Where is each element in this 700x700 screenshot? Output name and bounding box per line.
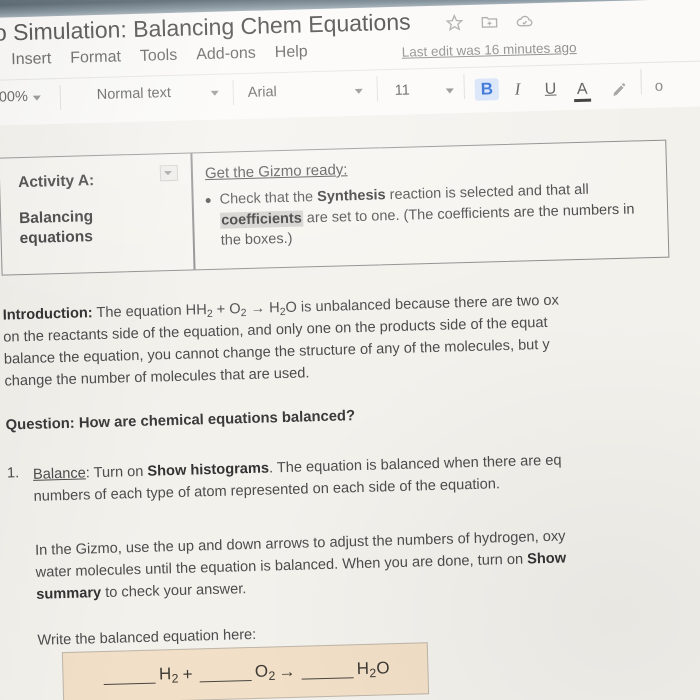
toolbar-sep-2 — [232, 80, 235, 106]
eq-o2: O2 — [254, 661, 276, 684]
paragraph-style-value[interactable]: Normal text — [97, 85, 172, 103]
screen-photo: TvD3_JbyWA no Simulation: Balancing Chem… — [0, 0, 700, 700]
activity-table: Activity A: Balancing equations Get the G… — [0, 139, 670, 276]
list-item-number: 1. — [6, 465, 20, 482]
eq-h2: H2 — [158, 664, 179, 686]
menu-bar: ew Insert Format Tools Add-ons Help — [0, 43, 308, 70]
gizmo-ready-heading: Get the Gizmo ready: — [204, 161, 348, 183]
underline-button[interactable]: U — [545, 81, 557, 99]
text-color-swatch[interactable] — [574, 98, 592, 103]
instruction-text: Check that the Synthesis reaction is sel… — [219, 181, 635, 249]
toolbar-sep-4 — [463, 74, 466, 100]
style-chevron-down-icon[interactable] — [210, 90, 219, 96]
blank-coefficient-2[interactable] — [199, 665, 253, 682]
blank-coefficient-1[interactable] — [103, 668, 157, 685]
size-chevron-down-icon[interactable] — [445, 88, 454, 94]
title-icon-group — [445, 11, 534, 32]
bullet-dot-icon — [205, 197, 211, 204]
toolbar-overflow-partial[interactable]: o — [655, 78, 664, 95]
zoom-level-value[interactable]: 100% — [0, 89, 28, 106]
menu-item-help[interactable]: Help — [275, 43, 308, 62]
cloud-status-icon[interactable] — [515, 11, 535, 31]
star-icon[interactable] — [445, 13, 465, 33]
menu-item-format[interactable]: Format — [70, 48, 121, 67]
zoom-chevron-down-icon[interactable] — [32, 95, 41, 101]
toolbar-sep-3 — [376, 76, 379, 102]
toolbar-sep-1 — [59, 84, 62, 110]
font-size-value[interactable]: 11 — [395, 83, 410, 99]
blank-coefficient-3[interactable] — [301, 662, 354, 680]
table-cell-chevron-down-icon[interactable] — [159, 164, 179, 182]
toolbar-sep-5 — [640, 69, 642, 95]
last-edit-status[interactable]: Last edit was 16 minutes ago — [402, 40, 577, 60]
text-color-button[interactable]: A — [577, 81, 588, 99]
italic-button[interactable]: I — [515, 80, 521, 100]
menu-item-insert[interactable]: Insert — [11, 50, 51, 69]
eq-arrow: → — [278, 661, 297, 682]
menu-item-tools[interactable]: Tools — [140, 47, 178, 66]
write-equation-label: Write the balanced equation here: — [37, 626, 257, 649]
gizmo-paragraph-line-3: summary to check your answer. — [36, 581, 247, 603]
font-chevron-down-icon[interactable] — [354, 88, 363, 95]
document-page: Activity A: Balancing equations Get the G… — [0, 105, 700, 700]
bold-button[interactable]: B — [474, 78, 500, 101]
menu-item-addons[interactable]: Add-ons — [196, 45, 256, 65]
equation-answer-box[interactable]: H2 + O2 → H2O — [61, 642, 430, 700]
instruction-bullet: Check that the Synthesis reaction is sel… — [205, 178, 658, 252]
font-family-value[interactable]: Arial — [248, 84, 277, 101]
activity-subtitle: Balancing equations — [18, 208, 94, 247]
move-to-folder-icon[interactable] — [480, 12, 500, 32]
eq-h2o: H2O — [356, 658, 391, 681]
eq-plus: + — [182, 664, 194, 684]
highlight-pen-icon[interactable] — [611, 81, 629, 103]
question-line: Question: How are chemical equations bal… — [5, 408, 356, 434]
table-cell-instructions: Get the Gizmo ready: Check that the Synt… — [192, 141, 668, 270]
